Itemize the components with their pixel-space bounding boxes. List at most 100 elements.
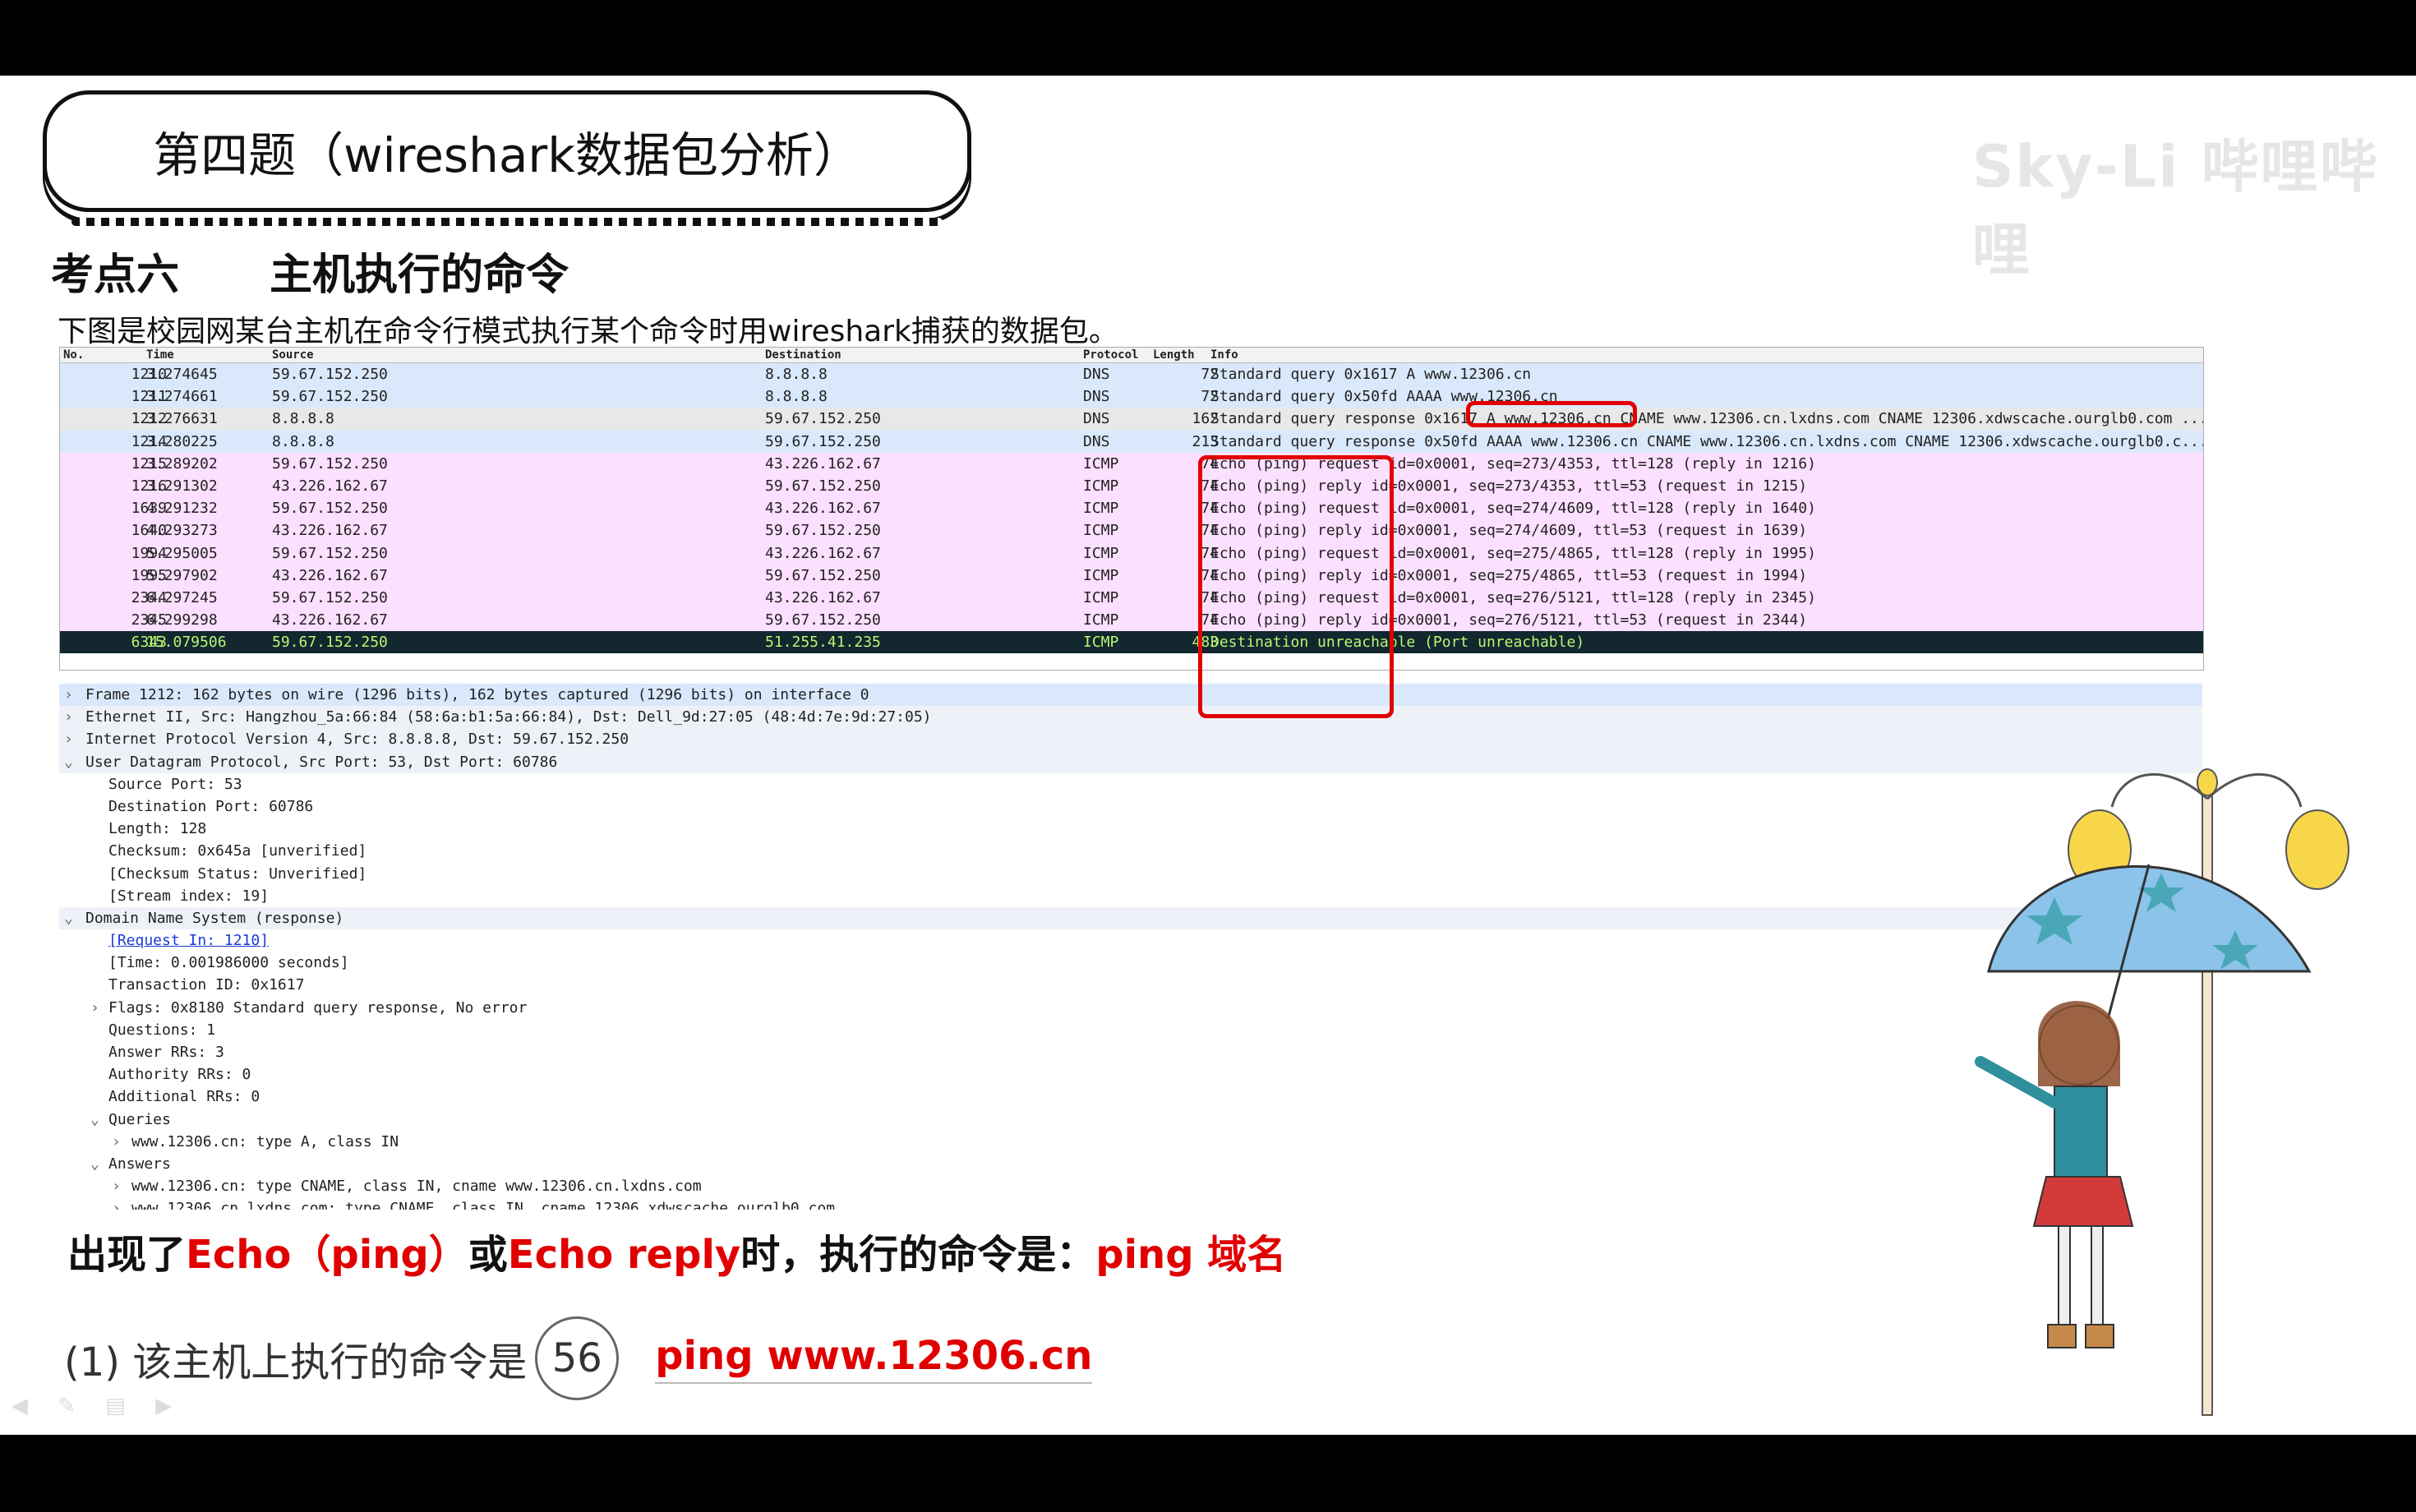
detail-text: Additional RRs: 0 (108, 1088, 261, 1106)
collapsed-chevron-icon[interactable]: › (90, 997, 99, 1019)
packet-row[interactable]: 1212 3.276631 8.8.8.8 59.67.152.250 DNS 162 St… (60, 408, 2203, 431)
packet-row[interactable]: 1216 3.291302 43.226.162.67 59.67.152.250 IC… (60, 474, 2203, 498)
slide-nav-controls[interactable]: ◀ ✎ ▤ ▶ (12, 1394, 183, 1418)
packet-cell-time: 5.295005 (146, 544, 218, 562)
detail-tree-item[interactable]: Questions: 1 (59, 1019, 2202, 1041)
packet-cell-time: 3.280225 (146, 432, 218, 450)
packet-cell-info: Standard query response 0x50fd AAAA www.… (1210, 432, 2203, 450)
detail-text: Ethernet II, Src: Hangzhou_5a:66:84 (58:… (85, 708, 932, 726)
detail-text: Answer RRs: 3 (108, 1044, 224, 1061)
detail-tree-item[interactable]: Additional RRs: 0 (59, 1086, 2202, 1108)
col-source[interactable]: Source (272, 348, 314, 362)
question-prefix: (1) 该主机上执行的命令是 (64, 1339, 528, 1385)
detail-tree-item[interactable]: [Time: 0.001986000 seconds] (59, 952, 2202, 974)
packet-cell-time: 6.297245 (146, 588, 218, 606)
packet-row[interactable]: 1995 5.297902 43.226.162.67 59.67.152.250 IC… (60, 564, 2203, 587)
girl-coat (2054, 1086, 2108, 1178)
col-length[interactable]: Length (1153, 348, 1195, 362)
detail-tree-item[interactable]: Length: 128 (59, 818, 2202, 840)
packet-row[interactable]: 1210 3.274645 59.67.152.250 8.8.8.8 DNS 72 Sta… (60, 363, 2203, 386)
packet-cell-dst: 43.226.162.67 (765, 588, 881, 606)
detail-tree-item[interactable]: [Request In: 1210] (59, 929, 2202, 952)
statement-part3: 或 (468, 1232, 508, 1278)
detail-tree-item[interactable]: Authority RRs: 0 (59, 1063, 2202, 1086)
packet-row[interactable]: 1214 3.280225 8.8.8.8 59.67.152.250 DNS 213 St… (60, 430, 2203, 453)
packet-cell-src: 59.67.152.250 (272, 634, 388, 652)
collapsed-chevron-icon[interactable]: › (64, 728, 73, 750)
detail-text[interactable]: [Request In: 1210] (108, 932, 269, 949)
packet-cell-proto: ICMP (1083, 566, 1119, 584)
packet-cell-time: 3.291302 (146, 477, 218, 495)
expanded-chevron-icon[interactable]: ⌄ (90, 1109, 99, 1131)
detail-text: [Checksum Status: Unverified] (108, 864, 367, 883)
col-no[interactable]: No. (63, 348, 84, 362)
detail-tree-item[interactable]: ⌄ Domain Name System (response) (59, 906, 2202, 930)
packet-cell-proto: ICMP (1083, 544, 1119, 562)
packet-cell-proto: DNS (1083, 366, 1110, 383)
packet-cell-dst: 59.67.152.250 (765, 432, 881, 450)
packet-row[interactable]: 1215 3.289202 59.67.152.250 43.226.162.67 IC… (60, 452, 2203, 475)
section-heading-topic: 主机执行的命令 (270, 250, 569, 300)
statement-part1: 出现了 (67, 1232, 187, 1278)
detail-text: [Time: 0.001986000 seconds] (108, 954, 349, 972)
col-info[interactable]: Info (1210, 348, 1238, 362)
packet-row[interactable]: 1640 4.293273 43.226.162.67 59.67.152.250 IC… (60, 519, 2203, 542)
question-answer: ping www.12306.cn (655, 1333, 1093, 1384)
expanded-chevron-icon[interactable]: ⌄ (64, 751, 73, 773)
packet-cell-proto: ICMP (1083, 588, 1119, 606)
col-protocol[interactable]: Protocol (1083, 348, 1138, 362)
packet-cell-src: 59.67.152.250 (272, 388, 388, 406)
slide-title: 第四题（wireshark数据包分析） (153, 127, 861, 183)
expanded-chevron-icon[interactable]: ⌄ (90, 1153, 99, 1175)
packet-row[interactable]: 1211 3.274661 59.67.152.250 8.8.8.8 DNS 72 Sta… (60, 385, 2203, 408)
packet-row[interactable]: 1639 4.291232 59.67.152.250 43.226.162.67 IC… (60, 497, 2203, 520)
detail-tree-item[interactable]: ⌄ User Datagram Protocol, Src Port: 53, D… (59, 750, 2202, 773)
detail-tree-item[interactable]: Answer RRs: 3 (59, 1041, 2202, 1063)
packet-row[interactable]: 6343 15.079506 59.67.152.250 51.255.41.235 I… (60, 631, 2203, 654)
detail-tree-item[interactable]: Destination Port: 60786 (59, 795, 2202, 818)
highlight-echo-ping (1198, 455, 1394, 718)
detail-tree-item[interactable]: › Internet Protocol Version 4, Src: 8.8.8… (59, 728, 2202, 751)
collapsed-chevron-icon[interactable]: › (112, 1197, 121, 1210)
packet-cell-time: 6.299298 (146, 611, 218, 629)
packet-cell-time: 15.079506 (146, 634, 227, 652)
collapsed-chevron-icon[interactable]: › (112, 1175, 121, 1197)
expanded-chevron-icon[interactable]: ⌄ (64, 907, 73, 929)
detail-tree-item[interactable]: › www.12306.cn: type CNAME, class IN, cna… (59, 1175, 2202, 1197)
detail-tree-item[interactable]: › Ethernet II, Src: Hangzhou_5a:66:84 (58… (59, 706, 2202, 729)
packet-cell-proto: ICMP (1083, 611, 1119, 629)
slide: 第四题（wireshark数据包分析） Sky-Li 哔哩哔哩 考点六 主机执行的… (0, 76, 2416, 1435)
collapsed-chevron-icon[interactable]: › (64, 706, 73, 728)
detail-text: Flags: 0x8180 Standard query response, N… (108, 998, 528, 1016)
packet-cell-proto: DNS (1083, 410, 1110, 428)
statement-part5: 时，执行的命令是： (740, 1232, 1096, 1278)
packet-cell-proto: DNS (1083, 388, 1110, 406)
packet-cell-src: 43.226.162.67 (272, 566, 388, 584)
packet-row[interactable]: 2345 6.299298 43.226.162.67 59.67.152.250 IC… (60, 609, 2203, 632)
detail-tree-item[interactable]: › www.12306.cn.lxdns.com: type CNAME, cla… (59, 1197, 2202, 1210)
detail-tree-item[interactable]: › www.12306.cn: type A, class IN (59, 1131, 2202, 1153)
highlight-a-record (1466, 401, 1637, 427)
packet-cell-time: 4.293273 (146, 522, 218, 540)
packet-cell-time: 3.289202 (146, 454, 218, 472)
collapsed-chevron-icon[interactable]: › (64, 684, 73, 706)
detail-tree-item[interactable]: ⌄ Answers (59, 1153, 2202, 1175)
packet-cell-proto: ICMP (1083, 477, 1119, 495)
packet-row[interactable]: 2344 6.297245 59.67.152.250 43.226.162.67 IC… (60, 586, 2203, 610)
wireshark-packet-list: No. Time Source Destination Protocol Len… (59, 347, 2204, 671)
packet-list-header: No. Time Source Destination Protocol Len… (60, 348, 2203, 363)
detail-tree-item[interactable]: › Flags: 0x8180 Standard query response, … (59, 997, 2202, 1019)
col-destination[interactable]: Destination (765, 348, 841, 362)
detail-tree-item[interactable]: Transaction ID: 0x1617 (59, 974, 2202, 996)
detail-tree-item[interactable]: Source Port: 53 (59, 773, 2202, 795)
packet-row[interactable]: 1994 5.295005 59.67.152.250 43.226.162.67 IC… (60, 542, 2203, 565)
detail-tree-item[interactable]: Checksum: 0x645a [unverified] (59, 840, 2202, 862)
col-time[interactable]: Time (146, 348, 174, 362)
detail-tree-item[interactable]: [Checksum Status: Unverified] (59, 863, 2202, 885)
collapsed-chevron-icon[interactable]: › (112, 1131, 121, 1153)
detail-tree-item[interactable]: [Stream index: 19] (59, 885, 2202, 907)
detail-tree-item[interactable]: ⌄ Queries (59, 1109, 2202, 1131)
detail-tree-item[interactable]: › Frame 1212: 162 bytes on wire (1296 bit… (59, 684, 2202, 707)
section-heading-number: 考点六 (51, 250, 180, 300)
girl-leg (2058, 1225, 2071, 1325)
